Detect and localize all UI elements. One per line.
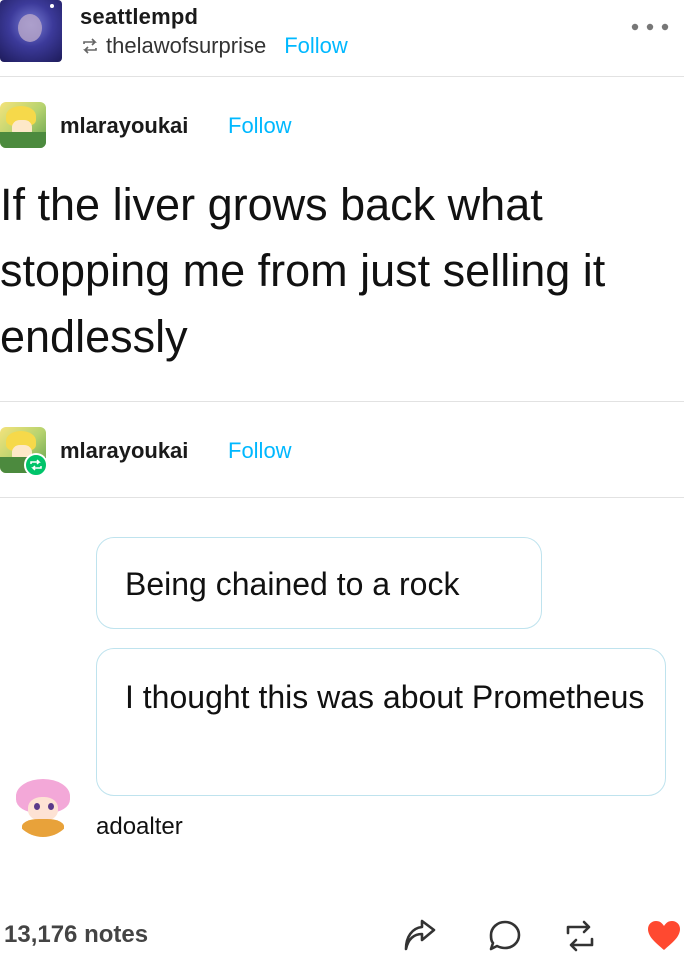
divider: [0, 76, 684, 77]
trail-username[interactable]: mlarayoukai: [60, 438, 188, 464]
trail-follow-button[interactable]: Follow: [228, 113, 292, 139]
avatar-body: [22, 819, 64, 837]
user-avatar[interactable]: [0, 0, 62, 62]
reblog-attribution: thelawofsurprise Follow: [80, 33, 348, 59]
avatar-eye: [34, 803, 40, 810]
trail-item-header: mlarayoukai Follow: [0, 100, 684, 150]
trail-avatar[interactable]: [0, 102, 46, 148]
more-horizontal-icon[interactable]: [630, 22, 670, 32]
chat-bubble: Being chained to a rock: [96, 537, 542, 629]
post-footer: 13,176 notes: [0, 915, 684, 953]
trail-username[interactable]: mlarayoukai: [60, 113, 188, 139]
avatar-figure: [18, 14, 42, 42]
avatar-face: [28, 797, 58, 821]
asker-username[interactable]: adoalter: [96, 813, 183, 841]
like-icon[interactable]: [646, 919, 682, 953]
notes-count[interactable]: 13,176 notes: [4, 921, 148, 949]
avatar-background: [0, 132, 46, 148]
reblog-small-icon: [83, 38, 97, 54]
follow-button[interactable]: Follow: [284, 33, 348, 59]
post-text: If the liver grows back what stopping me…: [0, 179, 606, 362]
post-header: seattlempd thelawofsurprise Follow: [0, 0, 684, 76]
reblog-icon[interactable]: [562, 919, 598, 953]
avatar-eye: [48, 803, 54, 810]
reply-icon[interactable]: [487, 919, 523, 953]
chat-bubble: I thought this was about Prometheus: [96, 648, 666, 796]
trail-item-header: mlarayoukai Follow: [0, 425, 684, 477]
avatar-sparkle: [50, 4, 54, 8]
reblog-badge-icon: [24, 453, 48, 477]
trail-follow-button[interactable]: Follow: [228, 438, 292, 464]
divider: [0, 497, 684, 498]
share-icon[interactable]: [402, 919, 438, 953]
asker-avatar[interactable]: [12, 775, 74, 837]
reblogged-from-username[interactable]: thelawofsurprise: [106, 33, 266, 59]
poster-username[interactable]: seattlempd: [80, 4, 198, 30]
divider: [0, 401, 684, 402]
